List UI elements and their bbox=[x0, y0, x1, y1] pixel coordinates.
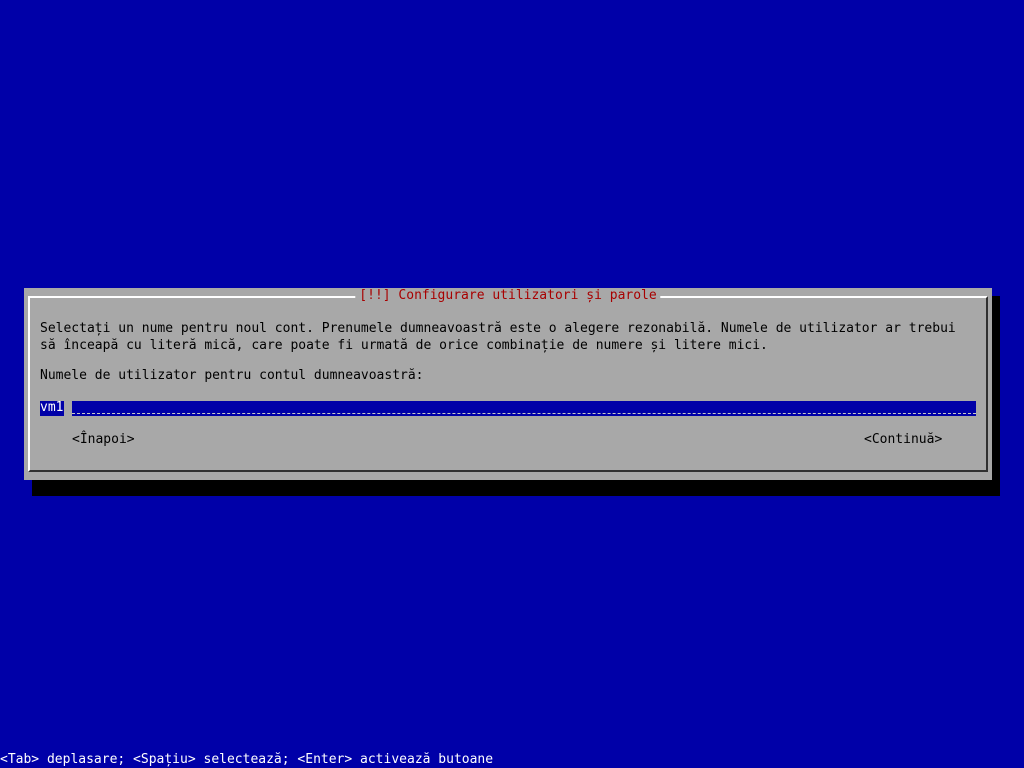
dialog-message: Selectați un nume pentru noul cont. Pren… bbox=[40, 320, 980, 354]
dialog-title: [!!] Configurare utilizatori și parole bbox=[355, 288, 661, 304]
input-fill-line bbox=[72, 413, 976, 414]
status-bar-help: <Tab> deplasare; <Spațiu> selectează; <E… bbox=[0, 752, 494, 768]
dialog-message-line-1: Selectați un nume pentru noul cont. Pren… bbox=[40, 321, 956, 336]
dialog-title-text: [!!] Configurare utilizatori și parole bbox=[359, 288, 657, 303]
back-button[interactable]: <Înapoi> bbox=[72, 432, 135, 448]
continue-button[interactable]: <Continuă> bbox=[864, 432, 942, 448]
username-input-value: vm1 bbox=[40, 401, 64, 415]
username-prompt: Numele de utilizator pentru contul dumne… bbox=[40, 368, 424, 383]
user-setup-dialog: [!!] Configurare utilizatori și parole bbox=[24, 288, 992, 480]
username-input[interactable]: vm1 bbox=[40, 401, 976, 416]
dialog-message-line-2: să înceapă cu literă mică, care poate fi… bbox=[40, 338, 768, 353]
text-cursor bbox=[64, 401, 72, 416]
